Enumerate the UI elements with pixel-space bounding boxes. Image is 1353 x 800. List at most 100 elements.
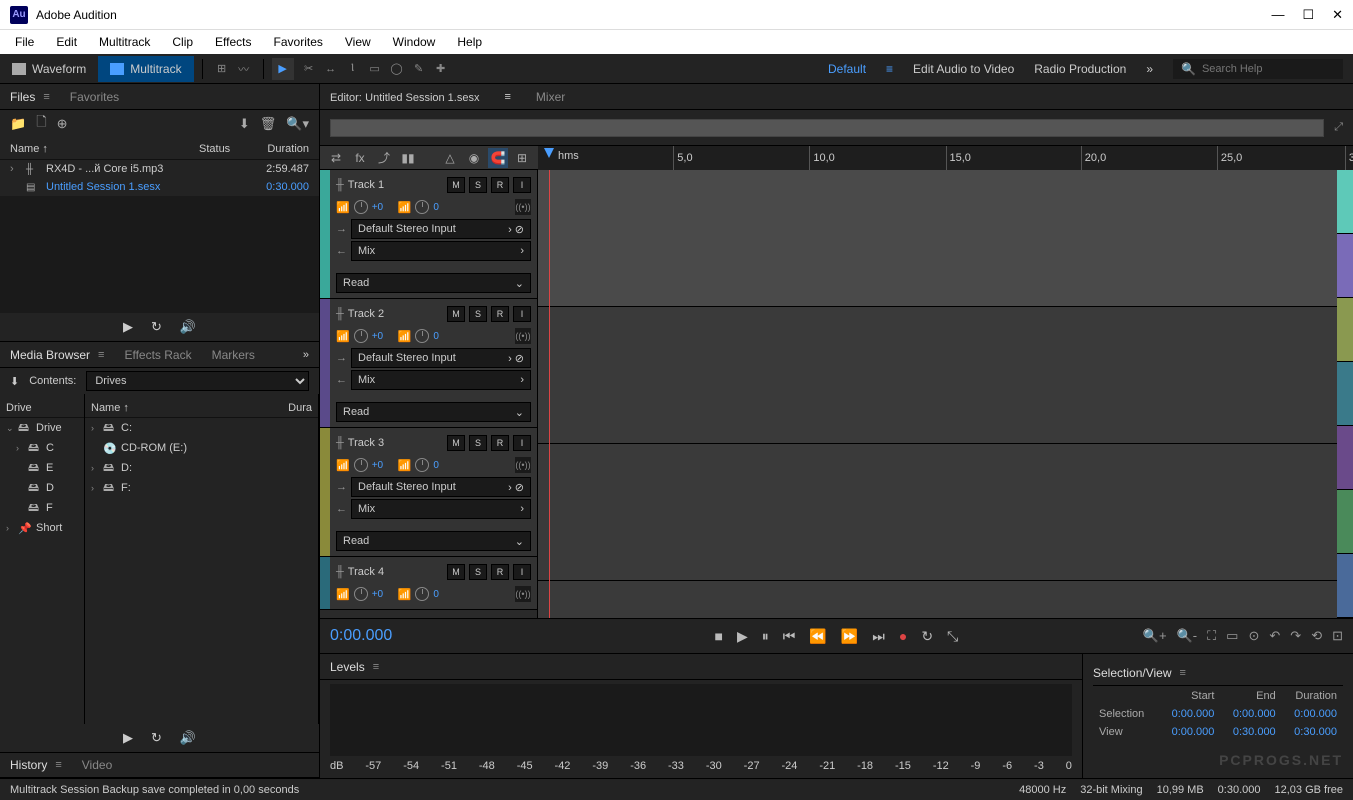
levels-menu-icon[interactable]: ≡ bbox=[373, 661, 379, 673]
sel-dur[interactable]: 0:00.000 bbox=[1282, 706, 1341, 722]
mute-button[interactable]: M bbox=[447, 435, 465, 451]
mute-button[interactable]: M bbox=[447, 177, 465, 193]
files-menu-icon[interactable]: ≡ bbox=[43, 91, 49, 103]
menu-clip[interactable]: Clip bbox=[162, 31, 203, 53]
loop-button[interactable]: ↻ bbox=[921, 628, 933, 645]
zoom-full-icon[interactable]: ⛶ bbox=[1207, 628, 1216, 644]
drive-row[interactable]: ›📌Short bbox=[0, 518, 84, 538]
mute-button[interactable]: M bbox=[447, 564, 465, 580]
lasso-tool-icon[interactable]: ◯ bbox=[386, 58, 408, 80]
menu-window[interactable]: Window bbox=[383, 31, 446, 53]
play-icon[interactable]: ▶ bbox=[123, 319, 133, 335]
workspace-radio[interactable]: Radio Production bbox=[1034, 62, 1126, 76]
tool-c2-icon[interactable]: ⊞ bbox=[512, 148, 532, 168]
tool-snap-icon[interactable]: 🧲 bbox=[488, 148, 508, 168]
input-select[interactable]: Default Stereo Input› ⊘ bbox=[351, 477, 531, 497]
timecode[interactable]: 0:00.000 bbox=[330, 627, 530, 645]
view-multitrack[interactable]: Multitrack bbox=[98, 56, 193, 82]
track-header[interactable]: ╫Track 2 M S R I 📶+0 📶0 ((•)) →Default S… bbox=[320, 299, 537, 428]
track-lane[interactable] bbox=[538, 444, 1337, 581]
zoom-c-icon[interactable]: ↷ bbox=[1290, 628, 1301, 644]
pan-knob[interactable] bbox=[415, 587, 429, 601]
col-status[interactable]: Status bbox=[199, 143, 249, 155]
autoplay-icon[interactable]: 🔊 bbox=[180, 319, 196, 335]
file-row[interactable]: ›╫RX4D - ...й Core i5.mp3 2:59.487 bbox=[0, 160, 319, 178]
play-icon[interactable]: ▶ bbox=[123, 730, 133, 746]
drive-row[interactable]: 🖴E bbox=[0, 458, 84, 478]
tool-b2-icon[interactable]: ◉ bbox=[464, 148, 484, 168]
volume-knob[interactable] bbox=[354, 458, 368, 472]
prev-button[interactable]: ⏮ bbox=[783, 628, 796, 645]
track-lane[interactable] bbox=[538, 581, 1337, 618]
new-file-icon[interactable]: 🗋 bbox=[36, 113, 46, 135]
tab-selection-view[interactable]: Selection/View bbox=[1093, 666, 1172, 680]
skip-button[interactable]: ⤡ bbox=[947, 628, 958, 645]
stereo-icon[interactable]: ((•)) bbox=[515, 586, 531, 602]
pan-knob[interactable] bbox=[415, 200, 429, 214]
tab-media-browser[interactable]: Media Browser bbox=[10, 348, 90, 362]
output-select[interactable]: Mix› bbox=[351, 499, 531, 519]
drive-row[interactable]: 🖴F bbox=[0, 498, 84, 518]
monitor-button[interactable]: I bbox=[513, 564, 531, 580]
tool-a2-icon[interactable]: △ bbox=[440, 148, 460, 168]
menu-favorites[interactable]: Favorites bbox=[264, 31, 333, 53]
zoom-in-icon[interactable]: 🔍+ bbox=[1143, 628, 1167, 644]
menu-effects[interactable]: Effects bbox=[205, 31, 261, 53]
zoom-e-icon[interactable]: ⊡ bbox=[1332, 628, 1343, 644]
tab-video[interactable]: Video bbox=[82, 758, 112, 772]
menu-help[interactable]: Help bbox=[447, 31, 492, 53]
razor-tool-icon[interactable]: ✂ bbox=[298, 58, 320, 80]
monitor-button[interactable]: I bbox=[513, 435, 531, 451]
mute-button[interactable]: M bbox=[447, 306, 465, 322]
record-button[interactable]: ● bbox=[899, 628, 907, 645]
contents-select[interactable]: Drives bbox=[86, 371, 309, 391]
drive-row[interactable]: 🖴D bbox=[0, 478, 84, 498]
tool-inputs-icon[interactable]: ⇄ bbox=[326, 148, 346, 168]
sel-start[interactable]: 0:00.000 bbox=[1159, 706, 1218, 722]
automation-select[interactable]: Read⌄ bbox=[336, 531, 531, 551]
stop-button[interactable]: ■ bbox=[715, 628, 723, 645]
autoplay-icon[interactable]: 🔊 bbox=[180, 730, 196, 746]
automation-select[interactable]: Read⌄ bbox=[336, 273, 531, 293]
tab-editor[interactable]: Editor: Untitled Session 1.sesx bbox=[330, 90, 479, 104]
zoom-d-icon[interactable]: ⟲ bbox=[1311, 628, 1322, 644]
arm-button[interactable]: R bbox=[491, 177, 509, 193]
zoom-a-icon[interactable]: ⊙ bbox=[1248, 628, 1259, 644]
menu-edit[interactable]: Edit bbox=[46, 31, 87, 53]
tab-mixer[interactable]: Mixer bbox=[536, 90, 565, 104]
tab-history[interactable]: History bbox=[10, 758, 47, 772]
close-button[interactable]: ✕ bbox=[1332, 7, 1343, 23]
tool-fx-icon[interactable]: fx bbox=[350, 148, 370, 168]
tab-files[interactable]: Files bbox=[10, 90, 35, 104]
filter-icon[interactable]: 🔍▾ bbox=[286, 116, 309, 132]
solo-button[interactable]: S bbox=[469, 564, 487, 580]
zoom-fit-icon[interactable]: ⤢ bbox=[1334, 121, 1343, 134]
track-header[interactable]: ╫Track 3 M S R I 📶+0 📶0 ((•)) →Default S… bbox=[320, 428, 537, 557]
pan-knob[interactable] bbox=[415, 458, 429, 472]
tab-markers[interactable]: Markers bbox=[212, 348, 255, 362]
view-waveform[interactable]: Waveform bbox=[0, 56, 98, 82]
solo-button[interactable]: S bbox=[469, 177, 487, 193]
menu-view[interactable]: View bbox=[335, 31, 381, 53]
col-duration[interactable]: Duration bbox=[249, 143, 309, 155]
import-icon[interactable]: ⊕ bbox=[57, 116, 68, 132]
view-end[interactable]: 0:30.000 bbox=[1220, 724, 1279, 740]
monitor-button[interactable]: I bbox=[513, 177, 531, 193]
menu-multitrack[interactable]: Multitrack bbox=[89, 31, 160, 53]
view-dur[interactable]: 0:30.000 bbox=[1282, 724, 1341, 740]
heal-tool-icon[interactable]: ✚ bbox=[430, 58, 452, 80]
volume-knob[interactable] bbox=[354, 329, 368, 343]
rewind-button[interactable]: ⏪ bbox=[809, 628, 826, 645]
output-select[interactable]: Mix› bbox=[351, 241, 531, 261]
output-select[interactable]: Mix› bbox=[351, 370, 531, 390]
brush-tool-icon[interactable]: ✎ bbox=[408, 58, 430, 80]
stereo-icon[interactable]: ((•)) bbox=[515, 328, 531, 344]
tool-sends-icon[interactable]: ⤴ bbox=[374, 148, 394, 168]
menu-file[interactable]: File bbox=[5, 31, 44, 53]
pan-knob[interactable] bbox=[415, 329, 429, 343]
arm-button[interactable]: R bbox=[491, 564, 509, 580]
panel-more-icon[interactable]: » bbox=[303, 349, 309, 361]
track-lane[interactable] bbox=[538, 170, 1337, 307]
search-input[interactable] bbox=[1202, 63, 1335, 75]
forward-button[interactable]: ⏩ bbox=[841, 628, 858, 645]
